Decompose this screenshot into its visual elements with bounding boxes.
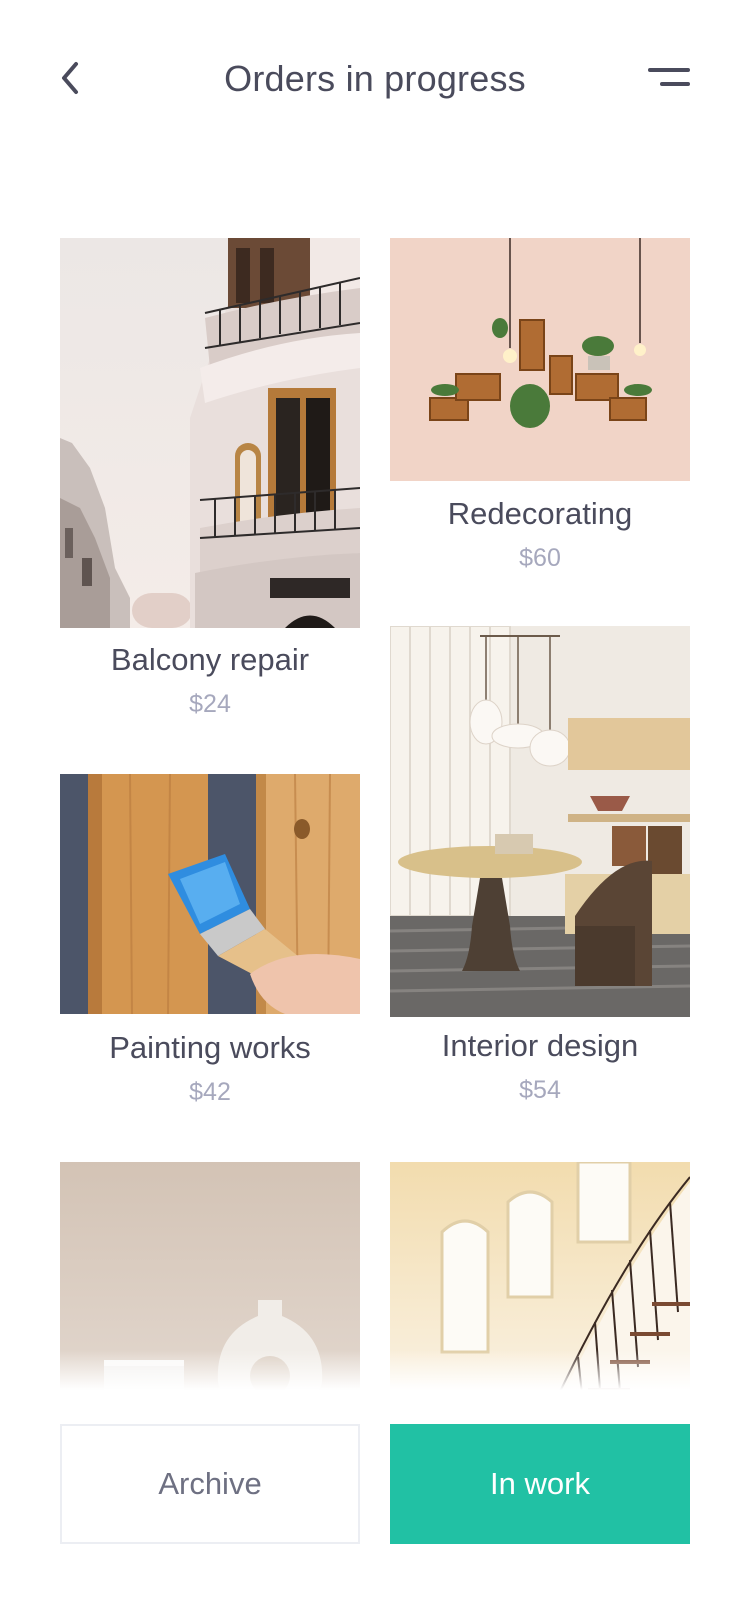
order-name: Balcony repair: [110, 642, 310, 677]
order-name: Interior design: [441, 1028, 639, 1063]
in-work-button[interactable]: In work: [390, 1424, 690, 1544]
order-price: $54: [519, 1076, 561, 1104]
menu-button[interactable]: [648, 60, 692, 100]
dining-room-photo: [390, 626, 690, 1017]
order-price: $24: [189, 690, 231, 718]
menu-icon: [648, 68, 690, 86]
header: Orders in progress: [0, 0, 750, 170]
order-price: $60: [519, 544, 561, 572]
order-price: $42: [189, 1078, 231, 1106]
balcony-photo: [60, 238, 360, 628]
order-name: Redecorating: [447, 496, 633, 531]
wall-shelves-photo: [390, 238, 690, 481]
order-name: Painting works: [109, 1030, 311, 1065]
archive-button[interactable]: Archive: [60, 1424, 360, 1544]
paint-brush-photo: [60, 774, 360, 1014]
page-title: Orders in progress: [224, 58, 526, 99]
